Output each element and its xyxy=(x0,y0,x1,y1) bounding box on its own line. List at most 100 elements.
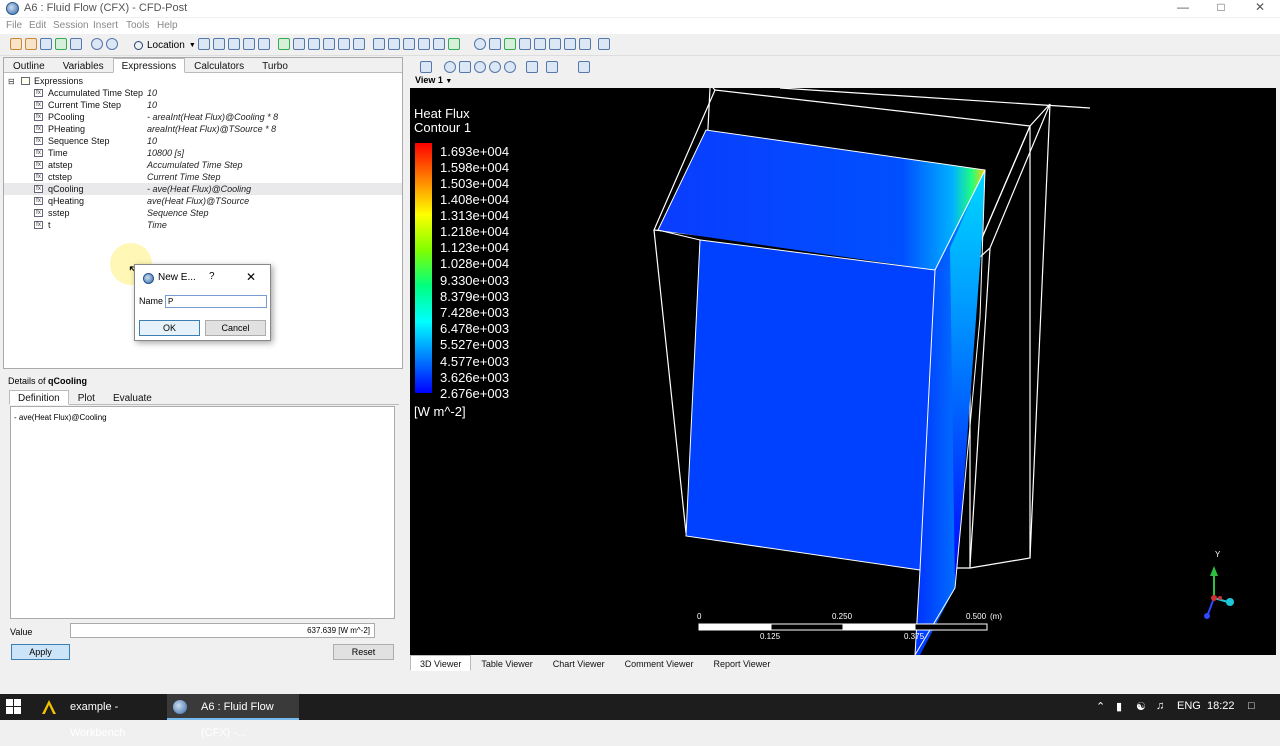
tab-table-viewer[interactable]: Table Viewer xyxy=(471,655,542,671)
contour-icon[interactable] xyxy=(213,38,225,50)
tab-definition[interactable]: Definition xyxy=(9,390,69,405)
list-item[interactable]: fx Accumulated Time Step 10 xyxy=(4,87,402,99)
notification-icon[interactable]: □ xyxy=(1248,700,1255,712)
menu-tools[interactable]: Tools xyxy=(126,20,149,31)
variable-icon[interactable] xyxy=(373,38,385,50)
taskbar-item-cfd-post[interactable]: A6 : Fluid Flow (CFX) -... xyxy=(167,694,299,739)
tree-root[interactable]: ⊟ Expressions xyxy=(4,75,402,87)
case-comparison-icon[interactable] xyxy=(564,38,576,50)
animation-icon[interactable] xyxy=(474,38,486,50)
chevron-up-icon[interactable]: ⌃ xyxy=(1096,700,1105,713)
streamline-icon[interactable] xyxy=(228,38,240,50)
contour-geometry xyxy=(653,88,1234,655)
list-item[interactable]: fx atstep Accumulated Time Step xyxy=(4,159,402,171)
tab-evaluate[interactable]: Evaluate xyxy=(104,390,161,405)
vector-icon[interactable] xyxy=(198,38,210,50)
coord-frame-icon[interactable] xyxy=(293,38,305,50)
tab-calculators[interactable]: Calculators xyxy=(185,58,253,73)
list-item[interactable]: fx sstep Sequence Step xyxy=(4,207,402,219)
select-icon[interactable] xyxy=(420,61,432,73)
particle-track-icon[interactable] xyxy=(243,38,255,50)
clip-plane-icon[interactable] xyxy=(338,38,350,50)
tab-comment-viewer[interactable]: Comment Viewer xyxy=(615,655,704,671)
color-map-icon[interactable] xyxy=(353,38,365,50)
tab-report-viewer[interactable]: Report Viewer xyxy=(703,655,780,671)
mesh-calculator-icon[interactable] xyxy=(549,38,561,50)
highlight-icon[interactable] xyxy=(526,61,538,73)
minimize-icon[interactable]: — xyxy=(1163,0,1203,17)
tab-expressions[interactable]: Expressions xyxy=(112,58,186,73)
rotate-icon[interactable] xyxy=(444,61,456,73)
zoom-fit-icon[interactable] xyxy=(504,61,516,73)
open-file-icon[interactable] xyxy=(25,38,37,50)
volume-render-icon[interactable] xyxy=(258,38,270,50)
windows-start-icon[interactable] xyxy=(6,699,22,715)
menu-help[interactable]: Help xyxy=(157,20,178,31)
save-state-icon[interactable] xyxy=(55,38,67,50)
quick-editor-icon[interactable] xyxy=(489,38,501,50)
tab-turbo[interactable]: Turbo xyxy=(253,58,297,73)
battery-icon[interactable]: ▮ xyxy=(1116,700,1122,713)
text-icon[interactable] xyxy=(278,38,290,50)
tab-plot[interactable]: Plot xyxy=(69,390,104,405)
tab-chart-viewer[interactable]: Chart Viewer xyxy=(543,655,615,671)
definition-editor[interactable]: - ave(Heat Flux)@Cooling xyxy=(10,406,395,619)
close-icon[interactable]: ✕ xyxy=(246,270,256,284)
name-input[interactable] xyxy=(165,295,267,308)
list-item[interactable]: fx t Time xyxy=(4,219,402,231)
location-button[interactable]: Location ▼ xyxy=(130,37,200,53)
new-file-icon[interactable] xyxy=(10,38,22,50)
legend-icon[interactable] xyxy=(308,38,320,50)
sync-views-icon[interactable] xyxy=(578,61,590,73)
command-editor-icon[interactable] xyxy=(598,38,610,50)
reset-button[interactable]: Reset xyxy=(333,644,394,660)
expression-icon[interactable] xyxy=(388,38,400,50)
tab-outline[interactable]: Outline xyxy=(4,58,54,73)
maximize-icon[interactable]: □ xyxy=(1201,0,1241,17)
figure-icon[interactable] xyxy=(448,38,460,50)
taskbar-item-workbench[interactable]: example - Workbench xyxy=(36,694,164,739)
ok-button[interactable]: OK xyxy=(139,320,200,336)
table-icon[interactable] xyxy=(403,38,415,50)
list-item[interactable]: fx ctstep Current Time Step xyxy=(4,171,402,183)
close-icon[interactable]: ✕ xyxy=(1240,0,1280,17)
pan-icon[interactable] xyxy=(459,61,471,73)
list-item[interactable]: fx Current Time Step 10 xyxy=(4,99,402,111)
zoom-icon[interactable] xyxy=(474,61,486,73)
list-item[interactable]: fx PHeating areaInt(Heat Flux)@TSource * 8 xyxy=(4,123,402,135)
menu-file[interactable]: File xyxy=(6,20,22,31)
function-calculator-icon[interactable] xyxy=(519,38,531,50)
viewport-layout-icon[interactable] xyxy=(546,61,558,73)
load-results-icon[interactable] xyxy=(40,38,52,50)
list-item[interactable]: fx Time 10800 [s] xyxy=(4,147,402,159)
instance-transform-icon[interactable] xyxy=(323,38,335,50)
menu-session[interactable]: Session xyxy=(53,20,89,31)
report-icon[interactable] xyxy=(579,38,591,50)
menu-edit[interactable]: Edit xyxy=(29,20,46,31)
list-item[interactable]: fx PCooling - areaInt(Heat Flux)@Cooling *… xyxy=(4,111,402,123)
menu-bar: File Edit Session Insert Tools Help xyxy=(0,18,1280,34)
print-icon[interactable] xyxy=(70,38,82,50)
help-button[interactable]: ? xyxy=(209,271,215,282)
list-item[interactable]: fx qHeating ave(Heat Flux)@TSource xyxy=(4,195,402,207)
list-item[interactable]: fx Sequence Step 10 xyxy=(4,135,402,147)
probe-icon[interactable] xyxy=(504,38,516,50)
comment-icon[interactable] xyxy=(433,38,445,50)
view-selector[interactable]: View 1 ▼ xyxy=(415,75,452,85)
language-indicator[interactable]: ENG xyxy=(1177,700,1201,712)
undo-icon[interactable] xyxy=(91,38,103,50)
clock[interactable]: 18:22 xyxy=(1207,700,1235,712)
cancel-button[interactable]: Cancel xyxy=(205,320,266,336)
menu-insert[interactable]: Insert xyxy=(93,20,118,31)
zoom-box-icon[interactable] xyxy=(489,61,501,73)
apply-button[interactable]: Apply xyxy=(11,644,70,660)
3d-viewport[interactable]: Heat Flux Contour 1 1.693e+004 1.598e+00… xyxy=(410,88,1276,655)
tab-3d-viewer[interactable]: 3D Viewer xyxy=(410,655,472,671)
chart-icon[interactable] xyxy=(418,38,430,50)
wifi-icon[interactable]: ☯ xyxy=(1136,700,1146,713)
macro-calculator-icon[interactable] xyxy=(534,38,546,50)
list-item-selected[interactable]: fx qCooling - ave(Heat Flux)@Cooling xyxy=(4,183,402,195)
tab-variables[interactable]: Variables xyxy=(54,58,113,73)
volume-icon[interactable]: ♫ xyxy=(1156,700,1164,712)
redo-icon[interactable] xyxy=(106,38,118,50)
